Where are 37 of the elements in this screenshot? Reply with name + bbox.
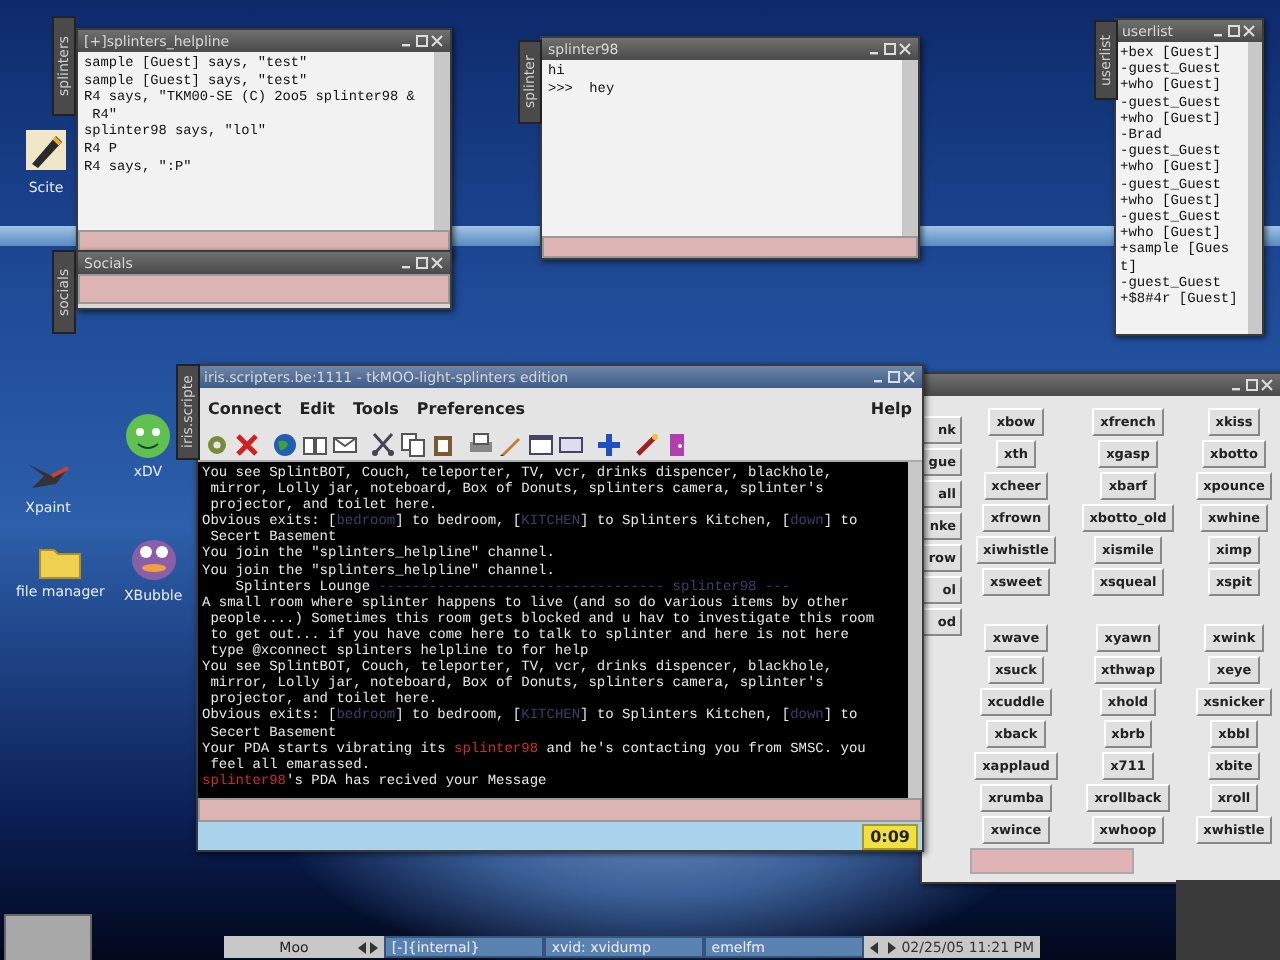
book-icon[interactable]: [302, 431, 328, 457]
window-controls-icon[interactable]: [872, 370, 916, 384]
socials-input-field[interactable]: [78, 274, 450, 304]
menu-item[interactable]: Connect: [208, 399, 282, 417]
face-icon[interactable]: [124, 412, 172, 460]
close-icon[interactable]: [234, 431, 260, 457]
window-controls-icon[interactable]: [400, 256, 444, 270]
left-arrow-icon[interactable]: [357, 941, 368, 953]
window-controls-icon[interactable]: [1230, 378, 1274, 392]
right-arrow-icon[interactable]: [367, 941, 378, 953]
globe-icon[interactable]: [272, 431, 298, 457]
window-icon[interactable]: [558, 431, 584, 457]
command-input-field[interactable]: [970, 848, 1134, 874]
menu-item[interactable]: Edit: [299, 399, 336, 417]
right-arrow-icon[interactable]: [885, 941, 896, 953]
gear-icon[interactable]: [204, 431, 230, 457]
menu-item[interactable]: Help: [870, 399, 912, 417]
window-icon[interactable]: [528, 431, 554, 457]
menu-item[interactable]: Tools: [353, 399, 399, 417]
pen-icon[interactable]: [20, 124, 72, 176]
wand-icon[interactable]: [634, 431, 660, 457]
printer-icon[interactable]: [468, 431, 494, 457]
window-controls-icon[interactable]: [1212, 24, 1256, 38]
door-icon[interactable]: [664, 431, 690, 457]
menu-item[interactable]: Preferences: [416, 399, 526, 417]
window-controls-icon[interactable]: [400, 34, 444, 48]
copy-icon[interactable]: [400, 431, 426, 457]
folder-icon[interactable]: [38, 544, 83, 580]
envelope-icon[interactable]: [332, 431, 358, 457]
window-controls-icon[interactable]: [868, 42, 912, 56]
left-arrow-icon[interactable]: [869, 941, 880, 953]
plus-icon[interactable]: [596, 431, 622, 457]
clipboard-icon[interactable]: [430, 431, 456, 457]
scissors-icon[interactable]: [370, 431, 396, 457]
command-input-field[interactable]: [198, 798, 922, 822]
chat-input-field[interactable]: [542, 236, 918, 258]
timer-badge: 0:09: [862, 823, 918, 849]
